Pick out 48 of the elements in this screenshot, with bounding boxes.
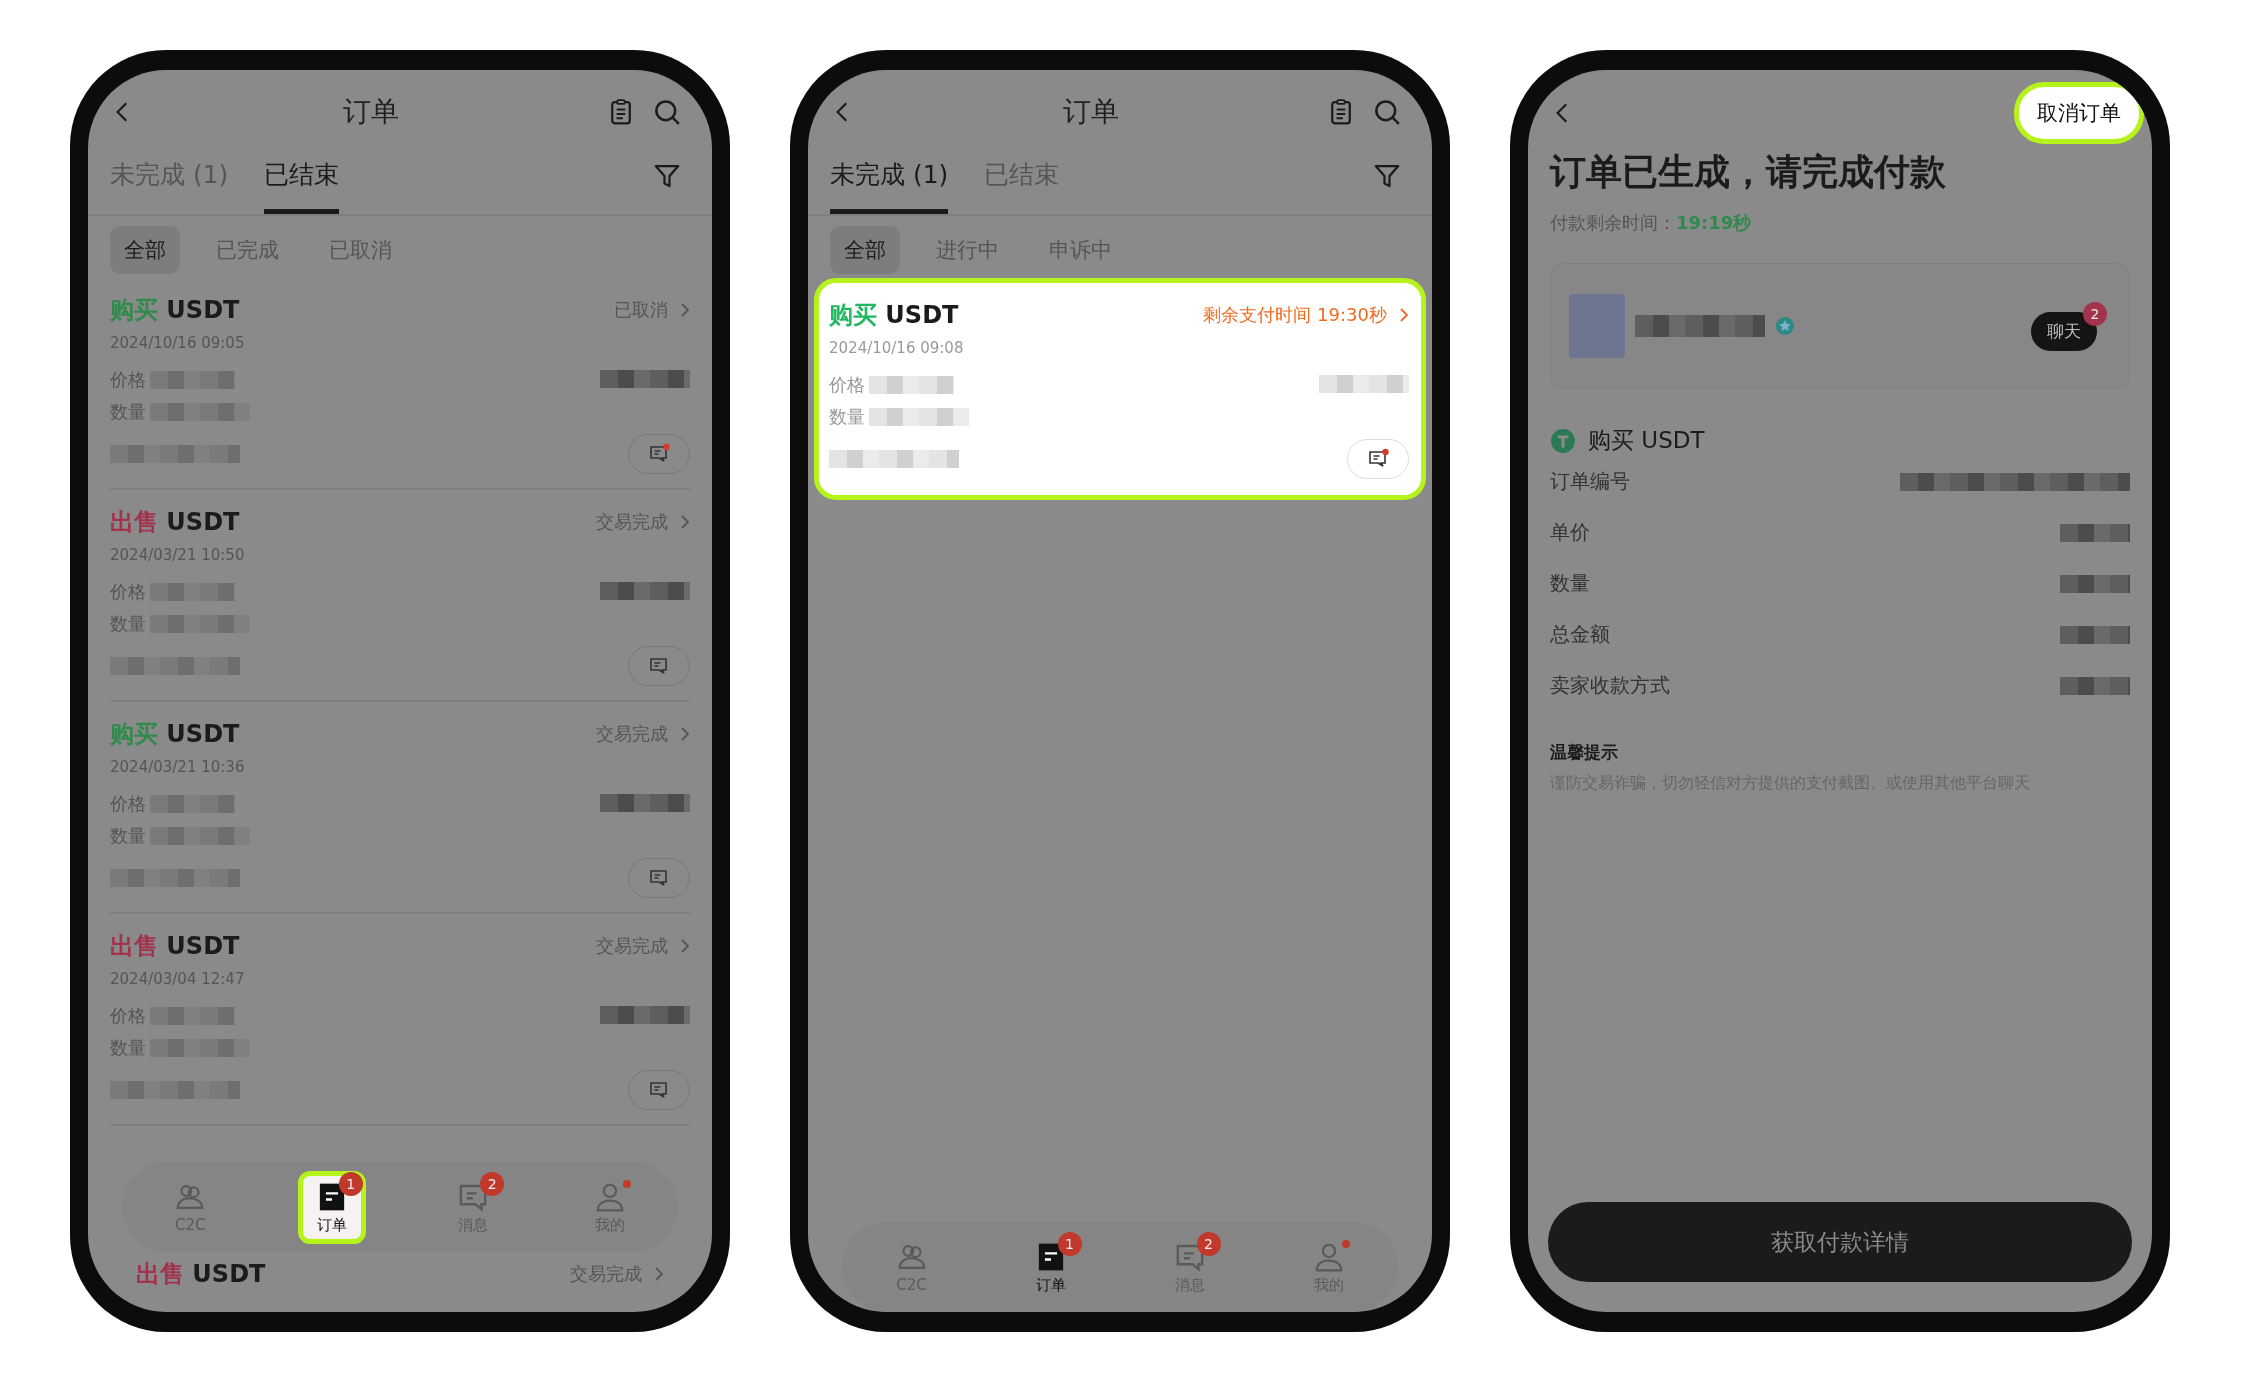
filter-chip[interactable]: 全部 (110, 226, 180, 274)
product-title: 购买 USDT (1588, 426, 1705, 455)
tab[interactable]: 已结束 (264, 152, 340, 214)
field-label: 卖家收款方式 (1550, 672, 1670, 699)
blurred-value (2060, 625, 2130, 644)
tip-title: 温馨提示 (1550, 741, 1619, 764)
filter-chip[interactable]: 全部 (830, 226, 900, 274)
page-heading: 订单已生成，请完成付款 (1550, 150, 1947, 194)
field-label: 总金额 (1550, 621, 1610, 648)
notification-badge: 1 (1057, 1231, 1082, 1256)
chevron-icon (680, 938, 690, 954)
blurred-value (2060, 523, 2130, 542)
order-title: 出售 USDT (136, 1259, 267, 1290)
order-title: 出售 USDT (110, 931, 241, 962)
avatar-placeholder (1569, 294, 1625, 358)
notification-badge: 1 (338, 1171, 363, 1196)
chevron-icon (654, 1266, 664, 1282)
field-label: 订单编号 (1550, 468, 1630, 495)
field-label: 单价 (1550, 519, 1590, 546)
price-label: 价格 (829, 373, 865, 397)
chevron-icon (680, 514, 690, 530)
page-title: 订单 (1062, 94, 1120, 130)
page-title: 订单 (342, 94, 400, 130)
order-title: 购买 USDT (110, 719, 241, 750)
nav-tab[interactable]: 1 订单 (297, 1170, 366, 1244)
chevron-icon (680, 726, 690, 742)
order-card[interactable]: 购买 USDT 剩余支付时间 19:30秒 2024/10/16 09:08 价格 数量 (814, 278, 1426, 500)
notification-badge: 2 (1196, 1231, 1221, 1256)
blurred-value (2060, 574, 2130, 593)
cancel-order-button[interactable]: 取消订单 (2014, 82, 2144, 144)
notification-badge: 2 (480, 1171, 505, 1196)
search-icon[interactable] (652, 97, 682, 127)
order-title: 出售 USDT (110, 507, 241, 538)
notification-badge: 2 (2083, 301, 2107, 326)
blurred-value (2060, 676, 2130, 695)
chevron-icon (680, 302, 690, 318)
search-icon[interactable] (1372, 97, 1402, 127)
payment-details-button[interactable]: 获取付款详情 (1548, 1202, 2132, 1282)
quantity-label: 数量 (829, 405, 865, 429)
order-title: 购买 USDT (829, 300, 960, 331)
field-label: 数量 (1550, 570, 1590, 597)
tab[interactable]: 未完成 (1) (830, 152, 949, 214)
order-date: 2024/10/16 09:08 (829, 339, 965, 357)
countdown-value: 19:19秒 (1676, 211, 1752, 235)
chevron-icon (1399, 307, 1409, 323)
order-status: 剩余支付时间 19:30秒 (1203, 303, 1387, 327)
tether-icon (1550, 427, 1576, 454)
order-title: 购买 USDT (110, 295, 241, 326)
